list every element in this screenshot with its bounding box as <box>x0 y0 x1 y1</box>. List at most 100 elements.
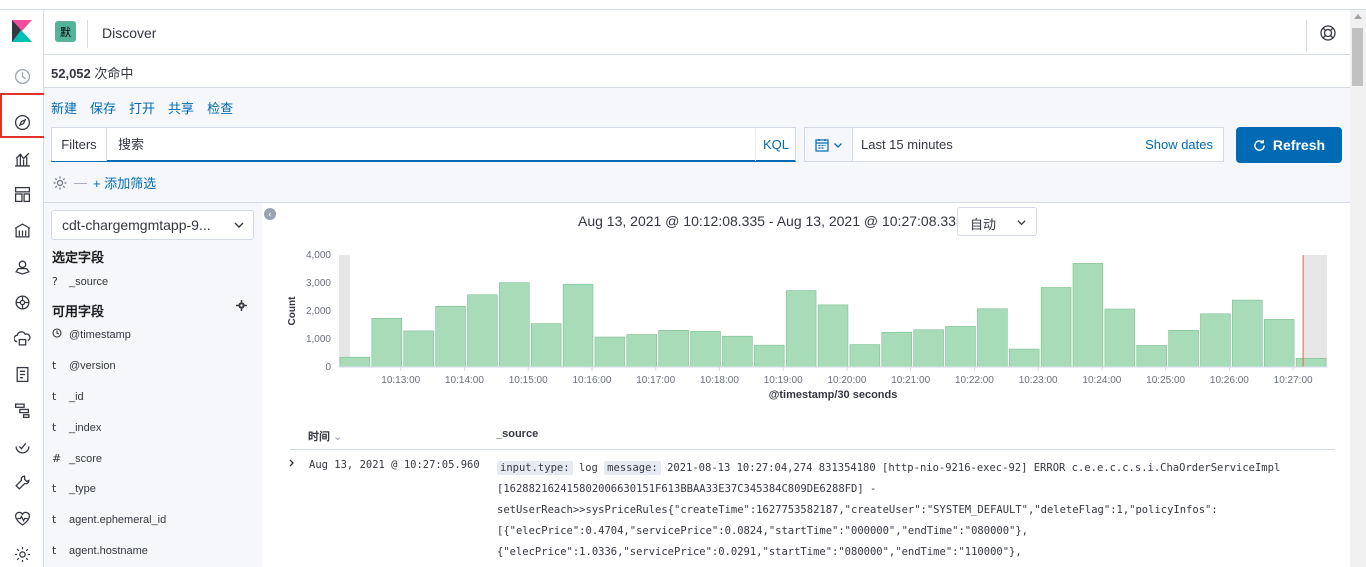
histogram-bar <box>1232 299 1263 368</box>
field-item[interactable]: t agent.hostname <box>52 544 148 557</box>
top-menu: 新建 保存 打开 共享 检查 <box>51 98 233 117</box>
histogram-bar <box>722 335 753 368</box>
visualize-icon[interactable] <box>12 148 32 168</box>
x-tick-label: 10:21:00 <box>891 375 930 386</box>
field-item[interactable]: t _type <box>52 482 96 495</box>
y-axis-title: Count <box>287 296 298 326</box>
field-item[interactable]: ? _source <box>52 275 108 288</box>
menu-save[interactable]: 保存 <box>90 98 116 117</box>
add-filter-link[interactable]: + 添加筛选 <box>93 173 156 192</box>
menu-inspect[interactable]: 检查 <box>207 98 233 117</box>
histogram-bar <box>754 344 785 368</box>
kql-toggle-button[interactable]: KQL <box>755 128 796 161</box>
x-tick-label: 10:16:00 <box>572 375 611 386</box>
hit-count-number: 52,052 <box>51 66 91 81</box>
management-gear-icon[interactable] <box>12 544 32 564</box>
uptime-icon[interactable] <box>12 436 32 456</box>
field-filter-gear-icon[interactable] <box>236 300 247 311</box>
logs-icon[interactable] <box>12 364 32 384</box>
histogram-bar <box>1200 313 1231 368</box>
scroll-up-arrow-icon[interactable] <box>1354 14 1362 19</box>
time-range-label[interactable]: Last 15 minutes <box>861 137 953 152</box>
menu-open[interactable]: 打开 <box>129 98 155 117</box>
y-tick-label: 2,000 <box>306 306 331 317</box>
doc-table-header: 时间 ⌄ _source <box>290 420 1335 450</box>
maps-icon[interactable] <box>12 256 32 276</box>
apm-icon[interactable] <box>12 400 32 420</box>
filter-settings-gear-icon[interactable] <box>52 175 68 191</box>
x-tick-label: 10:22:00 <box>955 375 994 386</box>
scrollbar-thumb[interactable] <box>1352 28 1363 86</box>
space-avatar[interactable]: 默 <box>55 21 76 42</box>
quick-select-button[interactable] <box>805 128 853 161</box>
field-name: agent.ephemeral_id <box>69 513 167 526</box>
histogram-bar <box>785 290 817 368</box>
field-item[interactable]: t _index <box>52 421 101 434</box>
available-fields-title: 可用字段 <box>52 304 105 319</box>
field-item[interactable]: # _score <box>52 452 102 465</box>
filter-separator: — <box>74 175 87 190</box>
x-tick-label: 10:15:00 <box>509 375 548 386</box>
page-scrollbar[interactable] <box>1350 10 1366 567</box>
column-header-time[interactable]: 时间 ⌄ <box>308 428 342 444</box>
interval-select[interactable]: 自动 <box>957 207 1037 236</box>
dashboard-icon[interactable] <box>12 184 32 204</box>
field-item[interactable]: @timestamp <box>52 328 131 341</box>
refresh-button[interactable]: Refresh <box>1236 127 1342 163</box>
histogram-bar <box>1040 287 1072 368</box>
source-line: [{"elecPrice":0.4704,"servicePrice":0.08… <box>497 525 1029 537</box>
sort-arrow-icon[interactable]: ⌄ <box>330 431 342 443</box>
out-of-range-shade <box>1303 255 1327 367</box>
field-type-icon: # <box>52 452 62 465</box>
x-tick-label: 10:20:00 <box>827 375 866 386</box>
menu-new[interactable]: 新建 <box>51 98 77 117</box>
histogram-bar <box>371 317 403 368</box>
help-icon[interactable] <box>1319 24 1337 42</box>
field-name: @version <box>69 359 116 372</box>
histogram-bar <box>626 334 658 368</box>
field-item[interactable]: t _id <box>52 390 84 403</box>
source-line: setUserReach>>sysPriceRules{"createTime"… <box>497 504 1218 516</box>
histogram-chart: 0 1,000 2,000 3,000 4,000 10:13:00 10:14:00 10:… <box>287 250 1327 401</box>
column-header-time-label: 时间 <box>308 431 330 443</box>
menu-share[interactable]: 共享 <box>168 98 194 117</box>
field-item[interactable]: t @version <box>52 359 116 372</box>
histogram-bar <box>849 344 881 368</box>
monitoring-icon[interactable] <box>12 508 32 528</box>
interval-value: 自动 <box>970 217 997 232</box>
collapse-sidebar-button[interactable]: ‹ <box>264 208 276 220</box>
top-border <box>0 0 1366 10</box>
index-pattern-select[interactable]: cdt-chargemgmtapp-9... <box>51 210 254 240</box>
x-axis-title: @timestamp/30 seconds <box>769 389 898 401</box>
source-key: message: <box>604 461 661 475</box>
recently-viewed-icon[interactable] <box>12 66 32 86</box>
field-item[interactable]: t agent.ephemeral_id <box>52 513 166 526</box>
machine-learning-icon[interactable] <box>12 292 32 312</box>
hit-count-label: 次命中 <box>94 66 134 81</box>
search-input[interactable] <box>108 128 754 161</box>
chevron-down-icon <box>833 142 842 148</box>
field-name: _source <box>69 275 109 288</box>
dev-tools-icon[interactable] <box>12 472 32 492</box>
histogram-bar <box>881 331 912 368</box>
infrastructure-icon[interactable] <box>12 328 32 348</box>
field-type-icon: ? <box>52 275 58 288</box>
header-divider-right <box>1306 20 1307 52</box>
x-tick-label: 10:17:00 <box>636 375 675 386</box>
kibana-logo-icon[interactable] <box>12 20 32 42</box>
histogram-bar <box>562 284 594 368</box>
filters-button[interactable]: Filters <box>52 128 107 161</box>
show-dates-link[interactable]: Show dates <box>1145 137 1213 152</box>
calendar-icon <box>814 138 829 152</box>
histogram-bar <box>690 331 721 368</box>
field-name: _index <box>69 421 102 434</box>
histogram-bar <box>1263 319 1295 368</box>
canvas-icon[interactable] <box>12 220 32 240</box>
doc-time: Aug 13, 2021 @ 10:27:05.960 <box>309 459 480 471</box>
x-tick-label: 10:24:00 <box>1082 375 1121 386</box>
histogram-bar <box>1168 330 1199 368</box>
header-bar: 默 Discover <box>44 10 1350 55</box>
source-line: [162882162415802006630151F613BBAA33E37C3… <box>497 483 877 495</box>
refresh-icon <box>1254 139 1265 151</box>
expand-row-chevron-icon[interactable] <box>288 459 296 467</box>
